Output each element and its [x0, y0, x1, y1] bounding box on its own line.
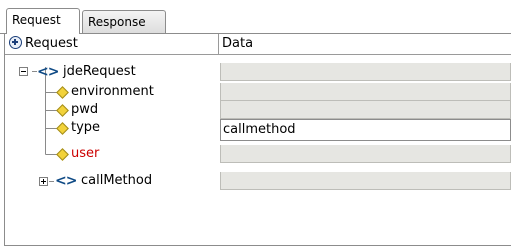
- tree-row-label: pwd: [71, 102, 99, 117]
- xml-element-icon: <>: [55, 173, 77, 189]
- tree-row-type[interactable]: type callmethod: [5, 119, 511, 141]
- tree-cell: user: [5, 145, 220, 163]
- tab-response[interactable]: Response: [82, 10, 166, 34]
- tree-row-user[interactable]: user: [5, 145, 511, 163]
- tab-strip: Request Response: [0, 0, 511, 34]
- data-cell: [220, 145, 511, 163]
- request-editor-window: Request Response Request Data <> jdeRequ…: [0, 0, 511, 249]
- column-header-data[interactable]: Data: [220, 34, 511, 54]
- xml-element-icon: <>: [37, 64, 59, 80]
- tab-request[interactable]: Request: [6, 8, 80, 34]
- tree-cell: <> callMethod: [5, 172, 220, 190]
- tree-cell: <> jdeRequest: [5, 63, 220, 81]
- table-empty-area: [5, 199, 511, 245]
- expand-toggle-icon[interactable]: [39, 177, 48, 186]
- collapse-toggle-icon[interactable]: [19, 67, 28, 76]
- tree-row-jderequest[interactable]: <> jdeRequest: [5, 63, 511, 81]
- column-header-data-label: Data: [222, 36, 254, 51]
- tree-row-label: user: [71, 146, 100, 161]
- tree-row-callmethod[interactable]: <> callMethod: [5, 172, 511, 190]
- tree-row-pwd[interactable]: pwd: [5, 101, 511, 119]
- tree-row-environment[interactable]: environment: [5, 83, 511, 101]
- tree-row-label: jdeRequest: [63, 64, 136, 79]
- attribute-diamond-icon: [56, 122, 69, 135]
- tree-row-label: environment: [71, 84, 154, 99]
- request-tree-table: Request Data <> jdeRequest environment p…: [4, 34, 511, 246]
- tree-cell: pwd: [5, 101, 220, 119]
- type-value-field[interactable]: callmethod: [220, 119, 511, 141]
- data-cell: [220, 101, 511, 119]
- data-cell: [220, 83, 511, 101]
- data-cell: [220, 172, 511, 190]
- attribute-diamond-icon: [56, 104, 69, 117]
- attribute-diamond-icon: [56, 86, 69, 99]
- tree-cell: environment: [5, 83, 220, 101]
- tree-row-label: type: [71, 120, 101, 135]
- tree-row-label: callMethod: [81, 173, 153, 188]
- tree-cell: type: [5, 119, 220, 137]
- attribute-diamond-icon: [56, 148, 69, 161]
- data-cell: [220, 63, 511, 81]
